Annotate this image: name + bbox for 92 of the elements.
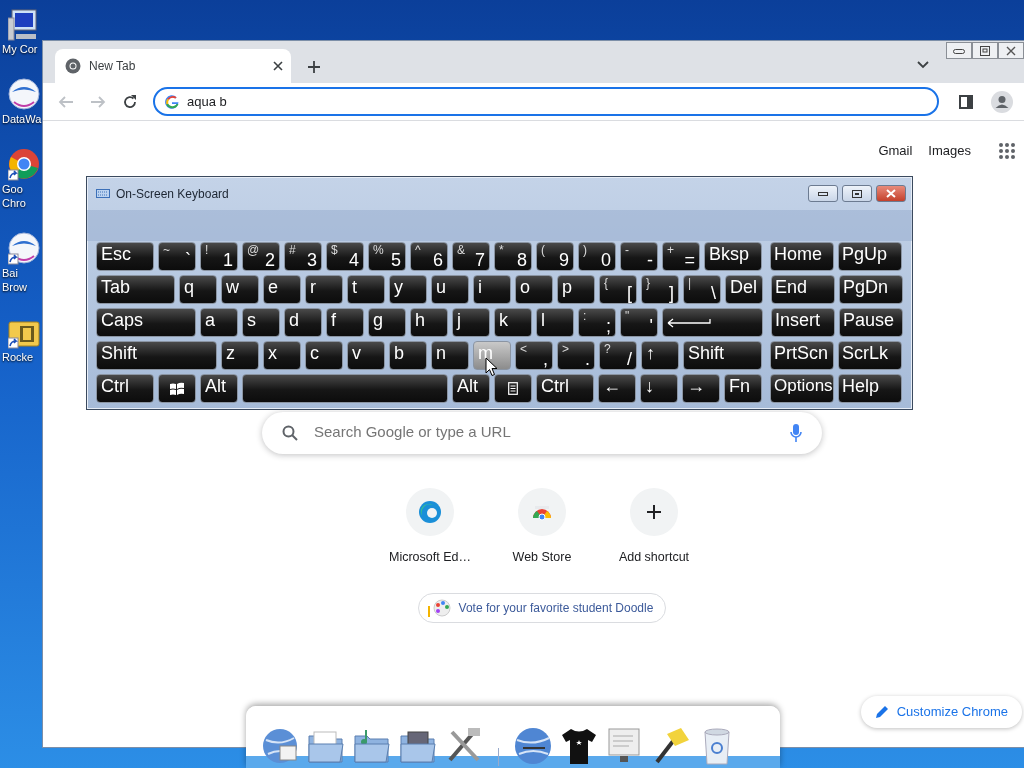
keyboard-key[interactable]: } ]	[641, 275, 679, 304]
keyboard-key[interactable]: s	[242, 308, 280, 337]
keyboard-key[interactable]: & 7	[452, 242, 490, 271]
keyboard-key[interactable]: t	[347, 275, 385, 304]
browser-tab[interactable]: New Tab	[55, 49, 291, 83]
header-link[interactable]: Images	[928, 141, 971, 161]
keyboard-key[interactable]: d	[284, 308, 322, 337]
keyboard-key[interactable]: y	[389, 275, 427, 304]
desktop-icon-label[interactable]: My Cor	[2, 42, 38, 56]
shortcut-link[interactable]: Web Store	[486, 487, 598, 567]
keyboard-key[interactable]: PgUp	[838, 242, 902, 271]
keyboard-key[interactable]: o	[515, 275, 553, 304]
tab-title: New Tab	[89, 58, 137, 75]
keyboard-key[interactable]: k	[494, 308, 532, 337]
keyboard-key[interactable]: Esc	[96, 242, 154, 271]
keyboard-key[interactable]: Shift	[683, 341, 762, 370]
keyboard-key[interactable]: ! 1	[200, 242, 238, 271]
keyboard-key[interactable]: ( 9	[536, 242, 574, 271]
keyboard-key[interactable]: i	[473, 275, 511, 304]
keyboard-key[interactable]: # 3	[284, 242, 322, 271]
keyboard-key[interactable]: h	[410, 308, 448, 337]
keyboard-key[interactable]: : ;	[578, 308, 616, 337]
keyboard-key[interactable]: Shift	[96, 341, 217, 370]
keyboard-key[interactable]: ) 0	[578, 242, 616, 271]
keyboard-key[interactable]: Ctrl	[96, 374, 154, 403]
keyboard-key[interactable]: j	[452, 308, 490, 337]
keyboard-key[interactable]: z	[221, 341, 259, 370]
customize-button[interactable]: Customize Chrome	[860, 696, 1022, 728]
keyboard-key[interactable]: u	[431, 275, 469, 304]
search-input[interactable]: Search Google or type a URL	[312, 420, 776, 445]
keyboard-key[interactable]: a	[200, 308, 238, 337]
keyboard-key[interactable]: Options	[770, 374, 834, 403]
desktop-icon-label[interactable]: Goo	[2, 182, 23, 196]
keyboard-key[interactable]: ↓	[640, 374, 678, 403]
address-text: aqua b	[187, 92, 227, 111]
keyboard-key[interactable]: l	[536, 308, 574, 337]
address-bar[interactable]: aqua b	[153, 87, 939, 116]
keyboard-key[interactable]: w	[221, 275, 259, 304]
keyboard-key[interactable]: $ 4	[326, 242, 364, 271]
keyboard-key[interactable]: Fn	[724, 374, 762, 403]
keyboard-key[interactable]: n	[431, 341, 469, 370]
keyboard-key[interactable]: →	[682, 374, 720, 403]
desktop-icon-label[interactable]: Brow	[2, 280, 28, 294]
keyboard-key[interactable]: Pause	[839, 308, 903, 337]
keyboard-key[interactable]: Caps	[96, 308, 196, 337]
shortcut-link[interactable]: Microsoft Ed…	[374, 487, 486, 567]
keyboard-key[interactable]: Help	[838, 374, 902, 403]
keyboard-key[interactable]: e	[263, 275, 301, 304]
shortcut-link[interactable]: Add shortcut	[598, 487, 710, 567]
keyboard-key[interactable]: < ,	[515, 341, 553, 370]
keyboard-key[interactable]: Bksp	[704, 242, 762, 271]
keyboard-key[interactable]: " '	[620, 308, 658, 337]
keyboard-key[interactable]: Insert	[771, 308, 835, 337]
keyboard-key[interactable]: g	[368, 308, 406, 337]
keyboard-key[interactable]: + =	[662, 242, 700, 271]
keyboard-key[interactable]: r	[305, 275, 343, 304]
doodle-link[interactable]: Vote for your favorite student Doodle	[417, 593, 667, 624]
desktop-icon-label[interactable]: Rocke	[2, 350, 34, 364]
keyboard-key[interactable]: Alt	[452, 374, 490, 403]
keyboard-key[interactable]: Alt	[200, 374, 238, 403]
keyboard-key[interactable]: { [	[599, 275, 637, 304]
desktop-icon-label[interactable]: DataWa	[2, 112, 42, 126]
keyboard-key[interactable]: q	[179, 275, 217, 304]
keyboard-key[interactable]: ^ 6	[410, 242, 448, 271]
keyboard-key[interactable]: c	[305, 341, 343, 370]
window-title: On-Screen Keyboard	[116, 185, 230, 203]
keyboard-key[interactable]: % 5	[368, 242, 406, 271]
keyboard-key[interactable]: x	[263, 341, 301, 370]
keyboard-key[interactable]: End	[771, 275, 835, 304]
keyboard-key[interactable]: Ctrl	[536, 374, 594, 403]
desktop-icon-label[interactable]: Bai	[2, 266, 18, 280]
keyboard-key[interactable]: ? /	[599, 341, 637, 370]
desktop-icon-label[interactable]: Chro	[2, 196, 26, 210]
keyboard-key[interactable]: - -	[620, 242, 658, 271]
keyboard-key[interactable]: ↑	[641, 341, 679, 370]
keyboard-key[interactable]: Del	[725, 275, 763, 304]
keyboard-key[interactable]: PrtScn	[770, 341, 834, 370]
keyboard-key[interactable]: v	[347, 341, 385, 370]
keyboard-key[interactable]: | \	[683, 275, 721, 304]
keyboard-key[interactable]: ~ `	[158, 242, 196, 271]
keyboard-key[interactable]: p	[557, 275, 595, 304]
keyboard-key[interactable]: f	[326, 308, 364, 337]
keyboard-key[interactable]: @ 2	[242, 242, 280, 271]
keyboard-key[interactable]: > .	[557, 341, 595, 370]
header-link[interactable]: Gmail	[878, 141, 913, 161]
keyboard-key[interactable]: Home	[770, 242, 834, 271]
keyboard-key[interactable]: Tab	[96, 275, 175, 304]
keyboard-key[interactable]: PgDn	[839, 275, 903, 304]
keyboard-key[interactable]: b	[389, 341, 427, 370]
keyboard-key[interactable]: ScrLk	[838, 341, 902, 370]
keyboard-key[interactable]: ←	[598, 374, 636, 403]
keyboard-key[interactable]: * 8	[494, 242, 532, 271]
